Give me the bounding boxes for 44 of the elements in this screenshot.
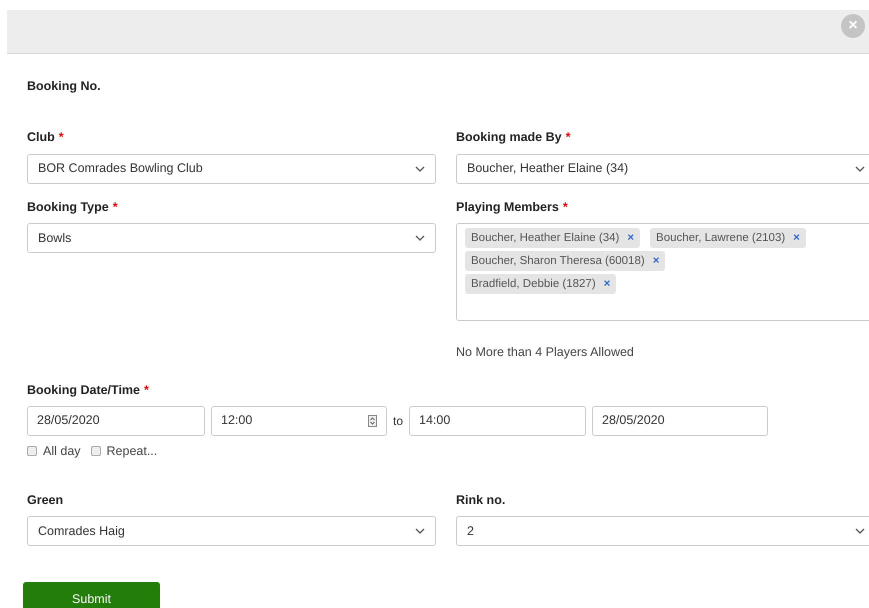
- remove-tag-button[interactable]: ×: [793, 230, 800, 247]
- field-label: Playing Members: [456, 198, 559, 216]
- remove-tag-button[interactable]: ×: [604, 276, 610, 293]
- required-mark: *: [562, 198, 568, 216]
- input-field[interactable]: 28/05/2020: [592, 406, 768, 436]
- required-mark: *: [112, 198, 118, 216]
- field-label: Booking Date/Time: [27, 382, 140, 399]
- caret-icon: [855, 528, 865, 534]
- select-field[interactable]: 2: [456, 516, 869, 546]
- member-tag: Boucher, Heather Elaine (34) ×: [465, 228, 640, 248]
- select-field[interactable]: Comrades Haig: [27, 516, 436, 546]
- separator-text: to: [393, 412, 404, 430]
- remove-tag-button[interactable]: ×: [627, 230, 634, 247]
- multi-select-field[interactable]: Boucher, Heather Elaine (34) × Boucher, Lawrene (2103) × Boucher, Sharon Theresa (60018) × Bradfield, Debbie (1827) ×: [456, 223, 869, 322]
- submit-button[interactable]: Submit: [23, 582, 160, 608]
- required-mark: *: [58, 128, 64, 146]
- field-label: Booking No.: [27, 78, 102, 95]
- field-label: Booking made By: [456, 128, 562, 146]
- help-text: No More than 4 Players Allowed: [456, 344, 635, 362]
- field-label: Green: [27, 492, 64, 508]
- input-field[interactable]: 14:00: [409, 406, 586, 436]
- required-mark: *: [566, 128, 570, 146]
- field-label: Club: [27, 128, 55, 146]
- checkbox[interactable]: [27, 446, 37, 456]
- remove-tag-button[interactable]: ×: [652, 252, 660, 270]
- member-tag: Bradfield, Debbie (1827) ×: [465, 274, 616, 294]
- caret-icon: [415, 528, 425, 534]
- checkbox-label: Repeat...: [106, 442, 158, 460]
- select-field[interactable]: Bowls: [27, 223, 436, 254]
- caret-icon: [855, 166, 865, 172]
- checkbox[interactable]: [90, 446, 101, 456]
- input-field[interactable]: 12:00: [211, 406, 387, 436]
- checkbox-label: All day: [43, 442, 81, 460]
- select-field[interactable]: BOR Comrades Bowling Club: [27, 154, 436, 184]
- member-tag: Boucher, Sharon Theresa (60018) ×: [465, 251, 666, 272]
- spinner-icon[interactable]: [368, 414, 377, 427]
- caret-icon: [415, 235, 425, 242]
- required-mark: *: [144, 382, 149, 399]
- field-label: Rink no.: [456, 492, 506, 508]
- input-field[interactable]: 28/05/2020: [27, 406, 205, 436]
- caret-icon: [415, 166, 425, 172]
- field-label: Booking Type: [27, 198, 109, 216]
- select-field[interactable]: Boucher, Heather Elaine (34): [456, 154, 869, 184]
- member-tag: Boucher, Lawrene (2103) ×: [650, 228, 806, 248]
